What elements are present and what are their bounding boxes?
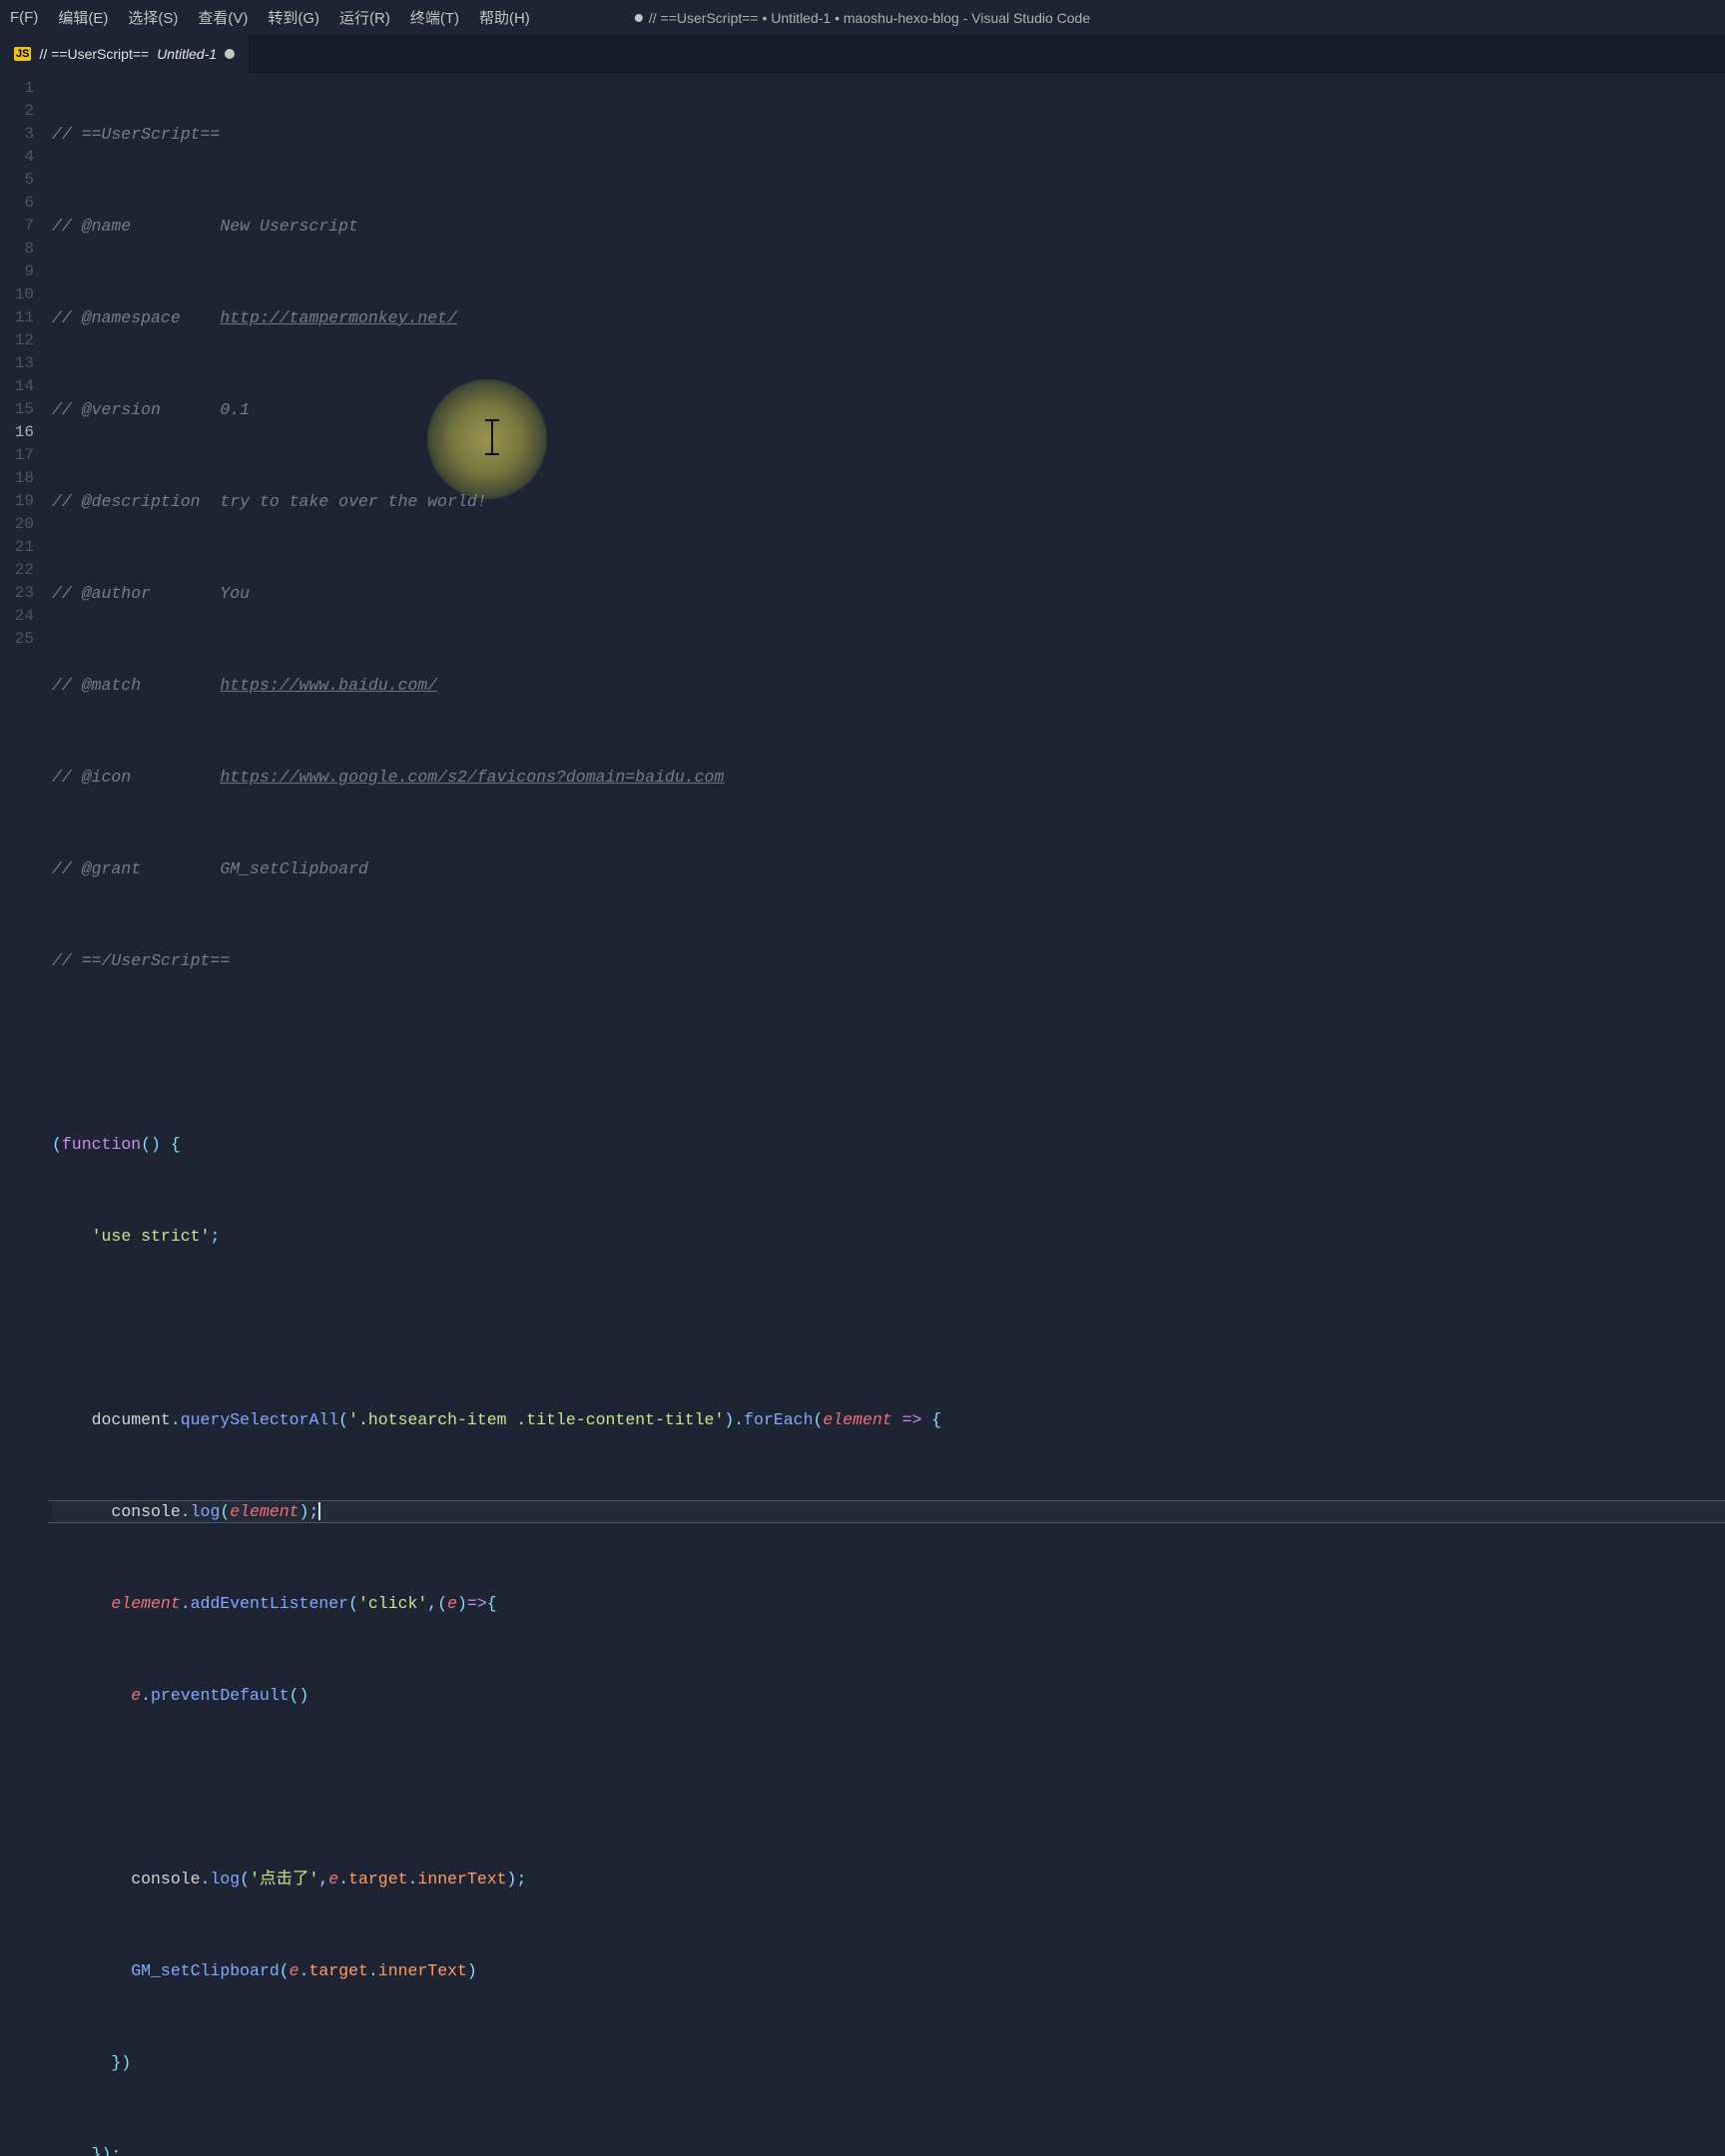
code-line: // ==UserScript== [52, 123, 1725, 146]
menu-items: F(F) 编辑(E) 选择(S) 查看(V) 转到(G) 运行(R) 终端(T)… [0, 3, 540, 32]
tab-active[interactable]: JS // ==UserScript== Untitled-1 [0, 35, 250, 73]
code-line: // @description try to take over the wor… [52, 490, 1725, 513]
code-line: // @author You [52, 582, 1725, 605]
line-number: 5 [0, 169, 52, 192]
line-number: 8 [0, 238, 52, 261]
code-line: GM_setClipboard(e.target.innerText) [52, 1959, 1725, 1982]
line-number: 11 [0, 306, 52, 329]
line-number: 20 [0, 513, 52, 536]
code-line: // @name New Userscript [52, 215, 1725, 238]
code-line [52, 1041, 1725, 1064]
line-number: 2 [0, 100, 52, 123]
line-number: 16 [0, 421, 52, 444]
code-line: e.preventDefault() [52, 1684, 1725, 1707]
line-number: 19 [0, 490, 52, 513]
code-line: (function() { [52, 1133, 1725, 1156]
code-area[interactable]: // ==UserScript== // @name New Userscrip… [52, 73, 1725, 1078]
text-cursor-icon [318, 1502, 320, 1520]
line-number: 6 [0, 192, 52, 215]
code-line: // @icon https://www.google.com/s2/favic… [52, 766, 1725, 789]
line-number: 21 [0, 536, 52, 559]
line-number: 17 [0, 444, 52, 467]
line-number: 10 [0, 283, 52, 306]
code-line: document.querySelectorAll('.hotsearch-it… [52, 1408, 1725, 1431]
line-number: 3 [0, 123, 52, 146]
window-title: // ==UserScript== • Untitled-1 • maoshu-… [635, 10, 1090, 26]
dirty-indicator-icon [635, 14, 643, 22]
code-line: // ==/UserScript== [52, 949, 1725, 972]
code-line: // @version 0.1 [52, 398, 1725, 421]
code-line: console.log('点击了',e.target.innerText); [52, 1868, 1725, 1890]
code-line: }) [52, 2051, 1725, 2074]
line-number: 25 [0, 628, 52, 651]
menu-view[interactable]: 查看(V) [188, 3, 258, 32]
code-line: 'use strict'; [52, 1225, 1725, 1248]
menu-file[interactable]: F(F) [0, 5, 48, 30]
line-number: 24 [0, 605, 52, 628]
line-number: 22 [0, 559, 52, 582]
code-line [52, 1317, 1725, 1340]
tab-filename: Untitled-1 [157, 46, 217, 62]
menu-bar: F(F) 编辑(E) 选择(S) 查看(V) 转到(G) 运行(R) 终端(T)… [0, 0, 1725, 35]
code-line: // @grant GM_setClipboard [52, 857, 1725, 880]
code-line-active: console.log(element); [52, 1500, 1725, 1523]
line-number: 12 [0, 329, 52, 352]
line-number: 18 [0, 467, 52, 490]
code-line [52, 1776, 1725, 1799]
menu-select[interactable]: 选择(S) [118, 3, 188, 32]
line-number: 15 [0, 398, 52, 421]
line-number: 1 [0, 77, 52, 100]
line-number: 7 [0, 215, 52, 238]
tab-bar: JS // ==UserScript== Untitled-1 [0, 35, 1725, 73]
code-line: // @namespace http://tampermonkey.net/ [52, 306, 1725, 329]
js-icon: JS [14, 47, 31, 61]
dirty-dot-icon [225, 49, 235, 59]
menu-help[interactable]: 帮助(H) [469, 3, 540, 32]
editor[interactable]: 1234567891011121314151617181920212223242… [0, 73, 1725, 1078]
line-number: 9 [0, 261, 52, 283]
line-number: 23 [0, 582, 52, 605]
line-number: 13 [0, 352, 52, 375]
menu-go[interactable]: 转到(G) [258, 3, 329, 32]
code-line: // @match https://www.baidu.com/ [52, 674, 1725, 697]
tab-title: // ==UserScript== [39, 46, 149, 62]
menu-run[interactable]: 运行(R) [329, 3, 400, 32]
code-line: element.addEventListener('click',(e)=>{ [52, 1592, 1725, 1615]
line-number: 14 [0, 375, 52, 398]
menu-edit[interactable]: 编辑(E) [48, 3, 118, 32]
code-line: }); [52, 2143, 1725, 2156]
menu-terminal[interactable]: 终端(T) [400, 3, 469, 32]
line-number: 4 [0, 146, 52, 169]
title-text: // ==UserScript== • Untitled-1 • maoshu-… [649, 10, 1090, 26]
line-number-gutter: 1234567891011121314151617181920212223242… [0, 73, 52, 1078]
